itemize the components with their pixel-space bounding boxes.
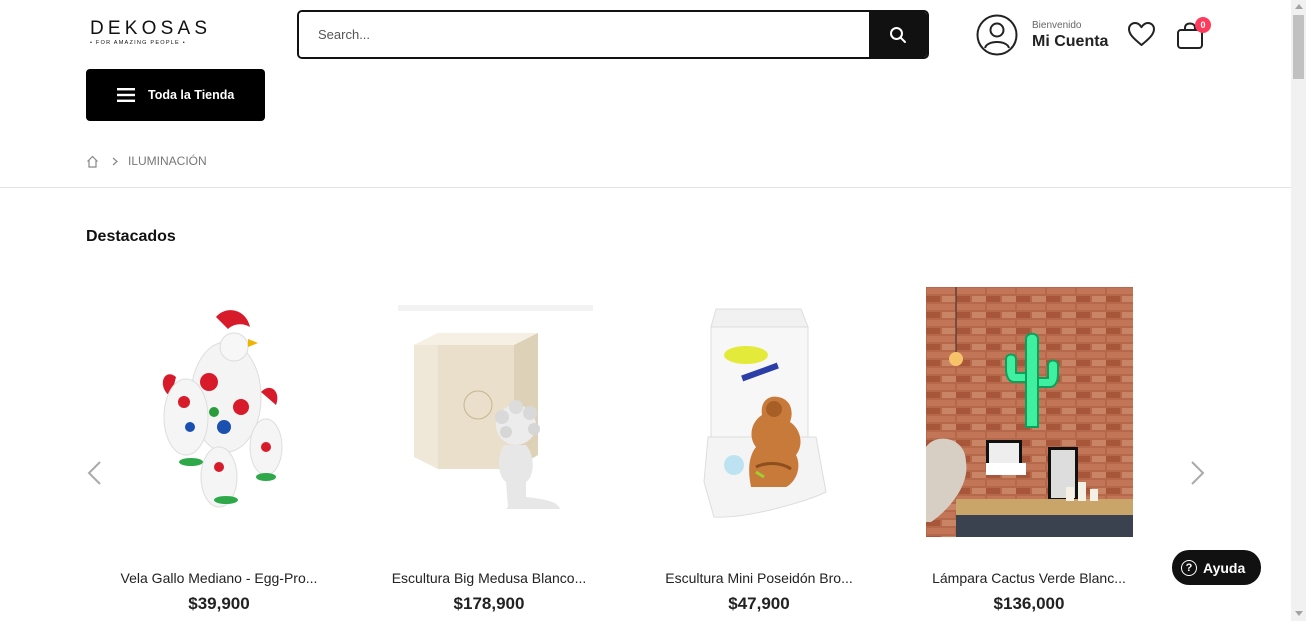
section-title: Destacados <box>86 228 176 245</box>
product-price: $136,000 <box>993 594 1065 613</box>
product-price: $178,900 <box>453 594 525 613</box>
product-name[interactable]: Vela Gallo Mediano - Egg-Pro... <box>112 570 326 586</box>
product-image[interactable] <box>385 287 593 537</box>
all-store-button[interactable]: Toda la Tienda <box>86 69 265 121</box>
search-icon <box>890 26 906 43</box>
chevron-left-icon[interactable] <box>86 460 102 486</box>
product-card[interactable]: Escultura Big Medusa Blanco... $178,900 <box>375 287 603 614</box>
page-scrollbar[interactable] <box>1291 0 1306 621</box>
scroll-up-icon[interactable] <box>1295 4 1303 9</box>
chevron-right-icon <box>112 157 118 165</box>
search-bar <box>297 10 929 59</box>
chevron-right-icon[interactable] <box>1190 460 1206 486</box>
product-price: $47,900 <box>728 594 790 613</box>
cart-count-badge: 0 <box>1195 17 1211 33</box>
logo-name: DEKOSAS <box>90 18 212 39</box>
scroll-down-icon[interactable] <box>1295 611 1303 616</box>
help-button[interactable]: ? Ayuda <box>1172 550 1261 585</box>
product-name[interactable]: Escultura Big Medusa Blanco... <box>382 570 596 586</box>
hamburger-icon <box>117 88 135 102</box>
product-card[interactable]: Escultura Mini Poseidón Bro... $47,900 <box>645 287 873 614</box>
heart-icon[interactable] <box>1127 21 1156 48</box>
search-input[interactable] <box>299 12 869 57</box>
all-store-label: Toda la Tienda <box>148 88 235 102</box>
product-name[interactable]: Lámpara Cactus Verde Blanc... <box>922 570 1136 586</box>
home-icon[interactable] <box>86 155 99 168</box>
header-divider <box>0 187 1291 188</box>
account-welcome: Bienvenido <box>1032 19 1082 31</box>
product-image[interactable] <box>925 287 1133 537</box>
product-card[interactable]: Vela Gallo Mediano - Egg-Pro... $39,900 <box>105 287 333 614</box>
help-label: Ayuda <box>1203 559 1246 576</box>
user-icon <box>976 14 1018 56</box>
account-title: Mi Cuenta <box>1032 32 1109 50</box>
breadcrumb: ILUMINACIÓN <box>86 154 207 168</box>
question-circle-icon: ? <box>1181 559 1197 576</box>
product-image[interactable] <box>115 287 323 537</box>
product-image[interactable] <box>655 287 863 537</box>
product-card[interactable]: Lámpara Cactus Verde Blanc... $136,000 <box>915 287 1143 614</box>
scroll-thumb[interactable] <box>1293 15 1304 79</box>
account-link[interactable]: Bienvenido Mi Cuenta <box>976 14 1108 56</box>
search-button[interactable] <box>869 12 927 57</box>
breadcrumb-current: ILUMINACIÓN <box>128 154 207 168</box>
logo-tagline: • FOR AMAZING PEOPLE • <box>90 40 186 46</box>
site-logo[interactable]: DEKOSAS • FOR AMAZING PEOPLE • <box>90 18 212 47</box>
product-price: $39,900 <box>188 594 250 613</box>
product-name[interactable]: Escultura Mini Poseidón Bro... <box>652 570 866 586</box>
